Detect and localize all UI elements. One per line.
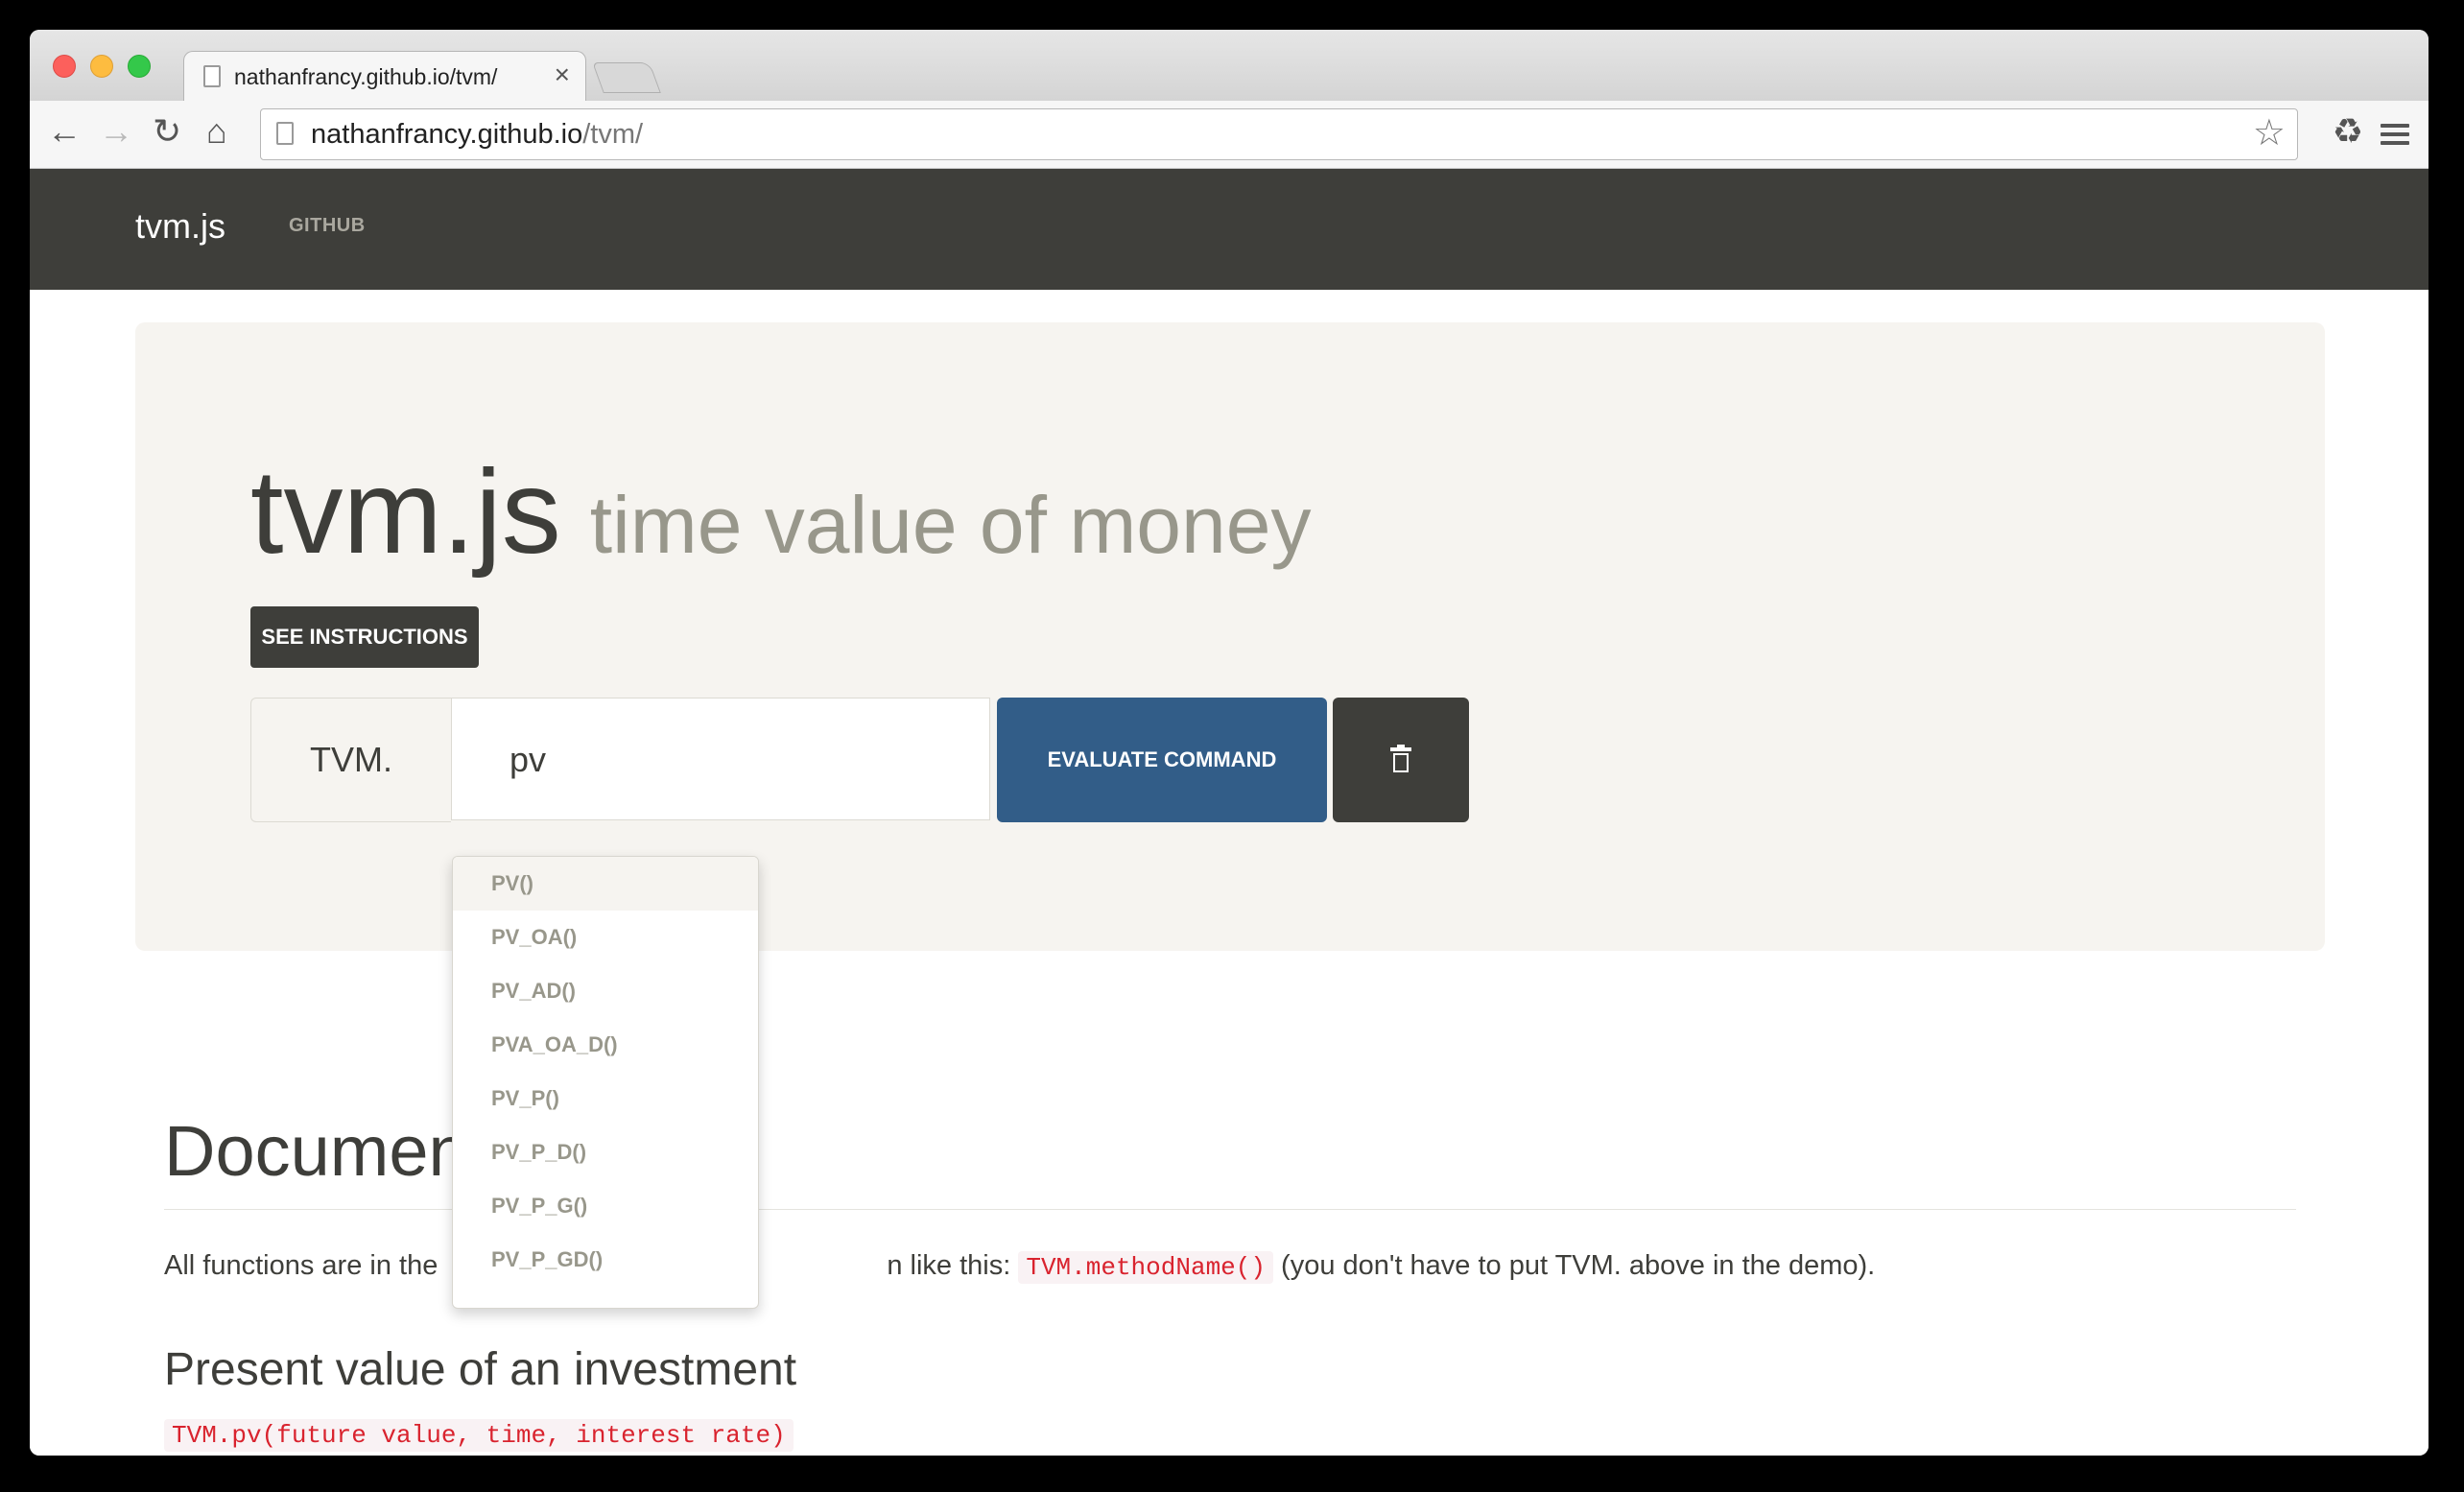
- command-input-value: pv: [509, 740, 547, 779]
- section-code-line: TVM.pv(future value, time, interest rate…: [164, 1416, 794, 1456]
- autocomplete-item[interactable]: PVA_OA_D(): [453, 1018, 758, 1072]
- command-input[interactable]: pv: [451, 698, 990, 820]
- browser-toolbar: ← → ↻ ⌂ nathanfrancy.github.io/tvm/ ☆ ♻: [30, 101, 2428, 169]
- autocomplete-item[interactable]: PV(): [453, 857, 758, 911]
- page-icon: [276, 122, 294, 145]
- autocomplete-item[interactable]: PV_P_GD(): [453, 1233, 758, 1287]
- autocomplete-item[interactable]: PV_OA(): [453, 911, 758, 964]
- intro-text-mid: n like this:: [887, 1250, 1011, 1281]
- title-main: tvm.js: [250, 446, 561, 579]
- page-icon: [203, 65, 221, 87]
- browser-tab[interactable]: nathanfrancy.github.io/tvm/ ×: [183, 51, 586, 102]
- autocomplete-item[interactable]: PV_P_G(): [453, 1179, 758, 1233]
- intro-code: TVM.methodName(): [1018, 1251, 1273, 1284]
- evaluate-command-button[interactable]: EVALUATE COMMAND: [997, 698, 1327, 822]
- intro-text-before: All functions are in the: [164, 1250, 438, 1281]
- browser-window: nathanfrancy.github.io/tvm/ × ← → ↻ ⌂ na…: [30, 30, 2428, 1456]
- page-title: tvm.js time value of money: [250, 445, 1311, 592]
- back-arrow-icon[interactable]: ←: [47, 112, 82, 151]
- see-instructions-button[interactable]: SEE INSTRUCTIONS: [250, 606, 479, 668]
- tab-strip: nathanfrancy.github.io/tvm/ ×: [30, 30, 2428, 102]
- reload-icon[interactable]: ↻: [153, 112, 181, 151]
- github-link[interactable]: GITHUB: [289, 215, 366, 237]
- address-bar[interactable]: nathanfrancy.github.io/tvm/ ☆: [260, 108, 2298, 160]
- autocomplete-item[interactable]: PV_AD(): [453, 964, 758, 1018]
- section-title: Present value of an investment: [164, 1344, 797, 1395]
- url-text[interactable]: nathanfrancy.github.io/tvm/: [311, 120, 643, 149]
- autocomplete-item[interactable]: PV_P_D(): [453, 1125, 758, 1179]
- zoom-window-button[interactable]: [128, 55, 151, 78]
- intro-text-after: (you don't have to put TVM. above in the…: [1281, 1250, 1876, 1281]
- tab-title: nathanfrancy.github.io/tvm/: [234, 64, 498, 89]
- minimize-window-button[interactable]: [90, 55, 113, 78]
- trash-icon: [1390, 745, 1411, 772]
- recycle-icon[interactable]: ♻: [2333, 112, 2363, 151]
- documentation-heading: Documen: [164, 1111, 468, 1191]
- autocomplete-item[interactable]: PV_P(): [453, 1072, 758, 1125]
- home-icon[interactable]: ⌂: [206, 112, 227, 151]
- tab-close-icon[interactable]: ×: [555, 61, 570, 88]
- clear-button[interactable]: [1333, 698, 1469, 822]
- input-prefix: TVM.: [250, 698, 451, 822]
- url-host: nathanfrancy.github.io: [311, 119, 583, 150]
- star-icon[interactable]: ☆: [2253, 114, 2286, 153]
- title-subtitle: time value of money: [589, 480, 1312, 570]
- close-window-button[interactable]: [53, 55, 76, 78]
- navbar-brand[interactable]: tvm.js: [135, 205, 225, 248]
- forward-arrow-icon[interactable]: →: [99, 112, 133, 151]
- page-viewport: tvm.js GITHUB tvm.js time value of money …: [30, 169, 2428, 1456]
- documentation-intro: All functions are in the n like this: TVM…: [164, 1245, 1875, 1288]
- site-navbar: tvm.js GITHUB: [30, 169, 2428, 290]
- new-tab-button[interactable]: [592, 62, 661, 93]
- menu-icon[interactable]: [2381, 124, 2409, 150]
- autocomplete-dropdown: PV() PV_OA() PV_AD() PVA_OA_D() PV_P() P…: [452, 856, 759, 1309]
- url-path: /tvm/: [582, 119, 644, 150]
- section-code: TVM.pv(future value, time, interest rate…: [164, 1419, 794, 1452]
